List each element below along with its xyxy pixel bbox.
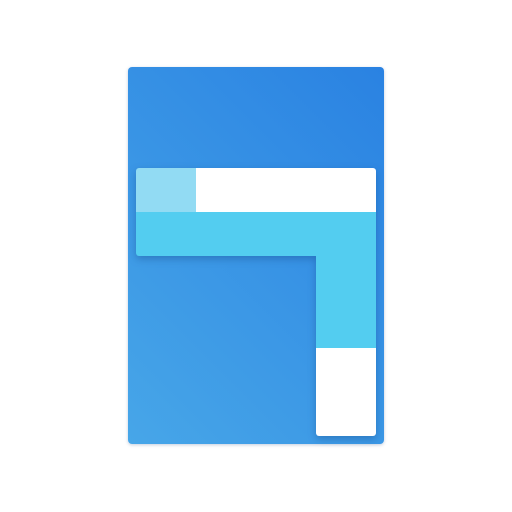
canvas: [0, 0, 512, 512]
top-left-light-block: [136, 168, 196, 212]
cyan-horizontal-bar: [136, 212, 376, 256]
bottom-white-block: [316, 348, 376, 436]
top-white-bar: [196, 168, 376, 212]
cyan-vertical-bar: [316, 256, 376, 348]
layout-icon: [136, 168, 376, 438]
